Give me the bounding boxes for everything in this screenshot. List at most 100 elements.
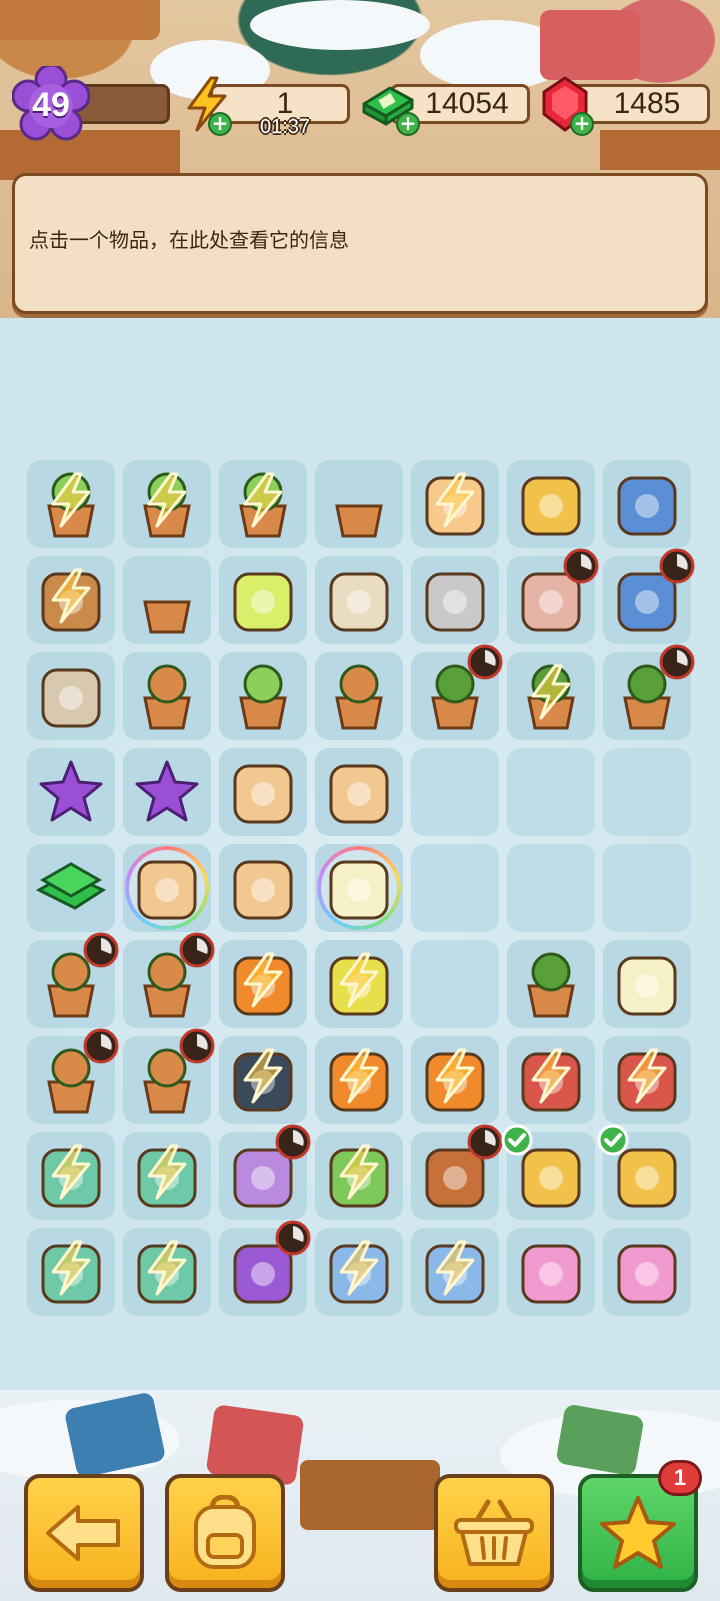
board-cell-plant-pot-seedbag-energy[interactable] bbox=[123, 460, 211, 548]
board-cell-gift-tray-energy[interactable] bbox=[315, 1132, 403, 1220]
energy-glow-icon bbox=[435, 1240, 475, 1296]
board-cell-porcelain-vase[interactable] bbox=[603, 460, 691, 548]
add-cash-icon[interactable]: + bbox=[396, 112, 420, 136]
level-number: 49 bbox=[32, 85, 70, 124]
board-cell-ice-palace-energy[interactable] bbox=[315, 1228, 403, 1316]
board-cell-jeep-energy[interactable] bbox=[219, 1036, 307, 1124]
board-cell-broken-clay-pot[interactable] bbox=[123, 556, 211, 644]
board-cell-porcelain-fountain[interactable] bbox=[507, 460, 595, 548]
energy-glow-icon bbox=[51, 568, 91, 624]
cooldown-timer-icon bbox=[83, 1028, 119, 1064]
porcelain-vase-icon bbox=[617, 476, 677, 536]
board-cell-wooden-mortar-seedbag-energy[interactable] bbox=[27, 556, 115, 644]
cooldown-timer-icon bbox=[563, 548, 599, 584]
board-cell-pony-sleeping[interactable] bbox=[219, 844, 307, 932]
broken-clay-pot-icon bbox=[143, 600, 191, 634]
energy-glow-icon bbox=[243, 952, 283, 1008]
board-cell-bathtub-locked[interactable] bbox=[411, 1124, 503, 1220]
lightbulb-in-bubble-icon bbox=[329, 860, 389, 920]
shop-button[interactable] bbox=[434, 1474, 554, 1592]
board-cell-first-aid-kit-energy[interactable] bbox=[123, 1132, 211, 1220]
energy-glow-icon bbox=[51, 1240, 91, 1296]
energy-glow-icon bbox=[147, 472, 187, 528]
flower-bouquet-icon bbox=[617, 1244, 677, 1304]
board-cell-blossom-tree-locked[interactable] bbox=[411, 644, 503, 740]
board-cell-plant-in-pot[interactable] bbox=[219, 652, 307, 740]
board-cell-purple-star-smiling[interactable] bbox=[27, 748, 115, 836]
board-cell-pony-with-coin[interactable] bbox=[315, 748, 403, 836]
rewards-button[interactable]: 1 bbox=[578, 1460, 702, 1592]
checkmark-icon bbox=[597, 1124, 629, 1156]
gem-value: 1485 bbox=[613, 87, 681, 120]
board-cell-helicopter-locked[interactable] bbox=[219, 1124, 311, 1220]
cash-stack-icon bbox=[35, 862, 107, 910]
board-cell-airplane-locked[interactable] bbox=[219, 1220, 311, 1316]
board-cell-pony-in-bubble[interactable] bbox=[123, 844, 211, 932]
board-cell-painted-vase-locked[interactable] bbox=[603, 548, 695, 644]
rewards-badge: 1 bbox=[658, 1460, 702, 1496]
add-gem-icon[interactable]: + bbox=[570, 112, 594, 136]
add-energy-icon[interactable]: + bbox=[208, 112, 232, 136]
board-cell-empty[interactable] bbox=[603, 844, 691, 932]
board-cell-pottery-cart-locked[interactable] bbox=[27, 932, 119, 1028]
board-cell-vending-machine-energy[interactable] bbox=[507, 1036, 595, 1124]
empty-clay-pot-icon bbox=[335, 504, 383, 538]
board-cell-clay-jar-locked[interactable] bbox=[507, 548, 599, 644]
board-cell-empty[interactable] bbox=[411, 844, 499, 932]
back-button[interactable] bbox=[24, 1474, 144, 1592]
energy-glow-icon bbox=[243, 472, 283, 528]
board-cell-flower-bouquet[interactable] bbox=[603, 1228, 691, 1316]
board-cell-vending-machine-energy[interactable] bbox=[603, 1036, 691, 1124]
board-cell-fountain-checked[interactable] bbox=[501, 1124, 595, 1220]
board-cell-ice-palace-energy[interactable] bbox=[411, 1228, 499, 1316]
board-cell-flower-bouquet[interactable] bbox=[507, 1228, 595, 1316]
plant-in-pot-icon bbox=[239, 664, 287, 730]
board-cell-seed-packet[interactable] bbox=[27, 652, 115, 740]
merge-board bbox=[27, 460, 695, 1316]
board-cell-empty[interactable] bbox=[411, 940, 499, 1028]
board-cell-plant-pot-seedbag-energy[interactable] bbox=[219, 460, 307, 548]
board-cell-empty[interactable] bbox=[411, 748, 499, 836]
arrow-left-icon bbox=[46, 1505, 120, 1561]
street-lamp-icon bbox=[527, 952, 575, 1018]
board-cell-fountain-checked[interactable] bbox=[597, 1124, 691, 1220]
board-cell-carriage-energy[interactable] bbox=[411, 1036, 499, 1124]
board-cell-pottery-cart-locked[interactable] bbox=[123, 932, 215, 1028]
inventory-button[interactable] bbox=[165, 1474, 285, 1592]
board-cell-tree-in-pot[interactable] bbox=[123, 652, 211, 740]
board-cell-carriage-energy[interactable] bbox=[315, 1036, 403, 1124]
board-cell-plant-pot-seedbag-energy[interactable] bbox=[27, 460, 115, 548]
board-cell-first-aid-kit-energy[interactable] bbox=[123, 1228, 211, 1316]
board-cell-pottery-cart-locked[interactable] bbox=[27, 1028, 119, 1124]
cooldown-timer-icon bbox=[659, 548, 695, 584]
board-cell-empty[interactable] bbox=[507, 748, 595, 836]
cooldown-timer-icon bbox=[275, 1220, 311, 1256]
board-cell-lightbulb-lamp[interactable] bbox=[603, 940, 691, 1028]
energy-glow-icon bbox=[51, 1144, 91, 1200]
board-cell-hand-saw[interactable] bbox=[411, 556, 499, 644]
board-cell-purple-star[interactable] bbox=[123, 748, 211, 836]
board-cell-pottery-cart-locked[interactable] bbox=[123, 1028, 215, 1124]
board-cell-toolbox-energy[interactable] bbox=[315, 940, 403, 1028]
energy-glow-icon bbox=[339, 1240, 379, 1296]
board-cell-first-aid-kit-energy[interactable] bbox=[27, 1228, 115, 1316]
board-cell-cash-stack[interactable] bbox=[27, 844, 115, 932]
board-cell-race-car-energy[interactable] bbox=[219, 940, 307, 1028]
board-cell-lotion-bottle[interactable] bbox=[219, 556, 307, 644]
board-cell-lightbulb-in-bubble[interactable] bbox=[315, 844, 403, 932]
energy-glow-icon bbox=[147, 1144, 187, 1200]
board-cell-blossom-tree-energy[interactable] bbox=[507, 652, 595, 740]
board-cell-street-lamp[interactable] bbox=[507, 940, 595, 1028]
board-cell-empty[interactable] bbox=[603, 748, 691, 836]
board-cell-sprout-in-pot[interactable] bbox=[315, 652, 403, 740]
board-cell-wanted-poster-50[interactable] bbox=[315, 556, 403, 644]
board-cell-first-aid-kit-energy[interactable] bbox=[27, 1132, 115, 1220]
level-badge[interactable]: 49 bbox=[12, 66, 90, 144]
board-cell-pony-with-flower[interactable] bbox=[219, 748, 307, 836]
energy-glow-icon bbox=[339, 1144, 379, 1200]
board-cell-empty[interactable] bbox=[507, 844, 595, 932]
pony-with-coin-icon bbox=[329, 764, 389, 824]
board-cell-blossom-tree-locked[interactable] bbox=[603, 644, 695, 740]
board-cell-empty-clay-pot[interactable] bbox=[315, 460, 403, 548]
board-cell-lucky-cat-energy[interactable] bbox=[411, 460, 499, 548]
